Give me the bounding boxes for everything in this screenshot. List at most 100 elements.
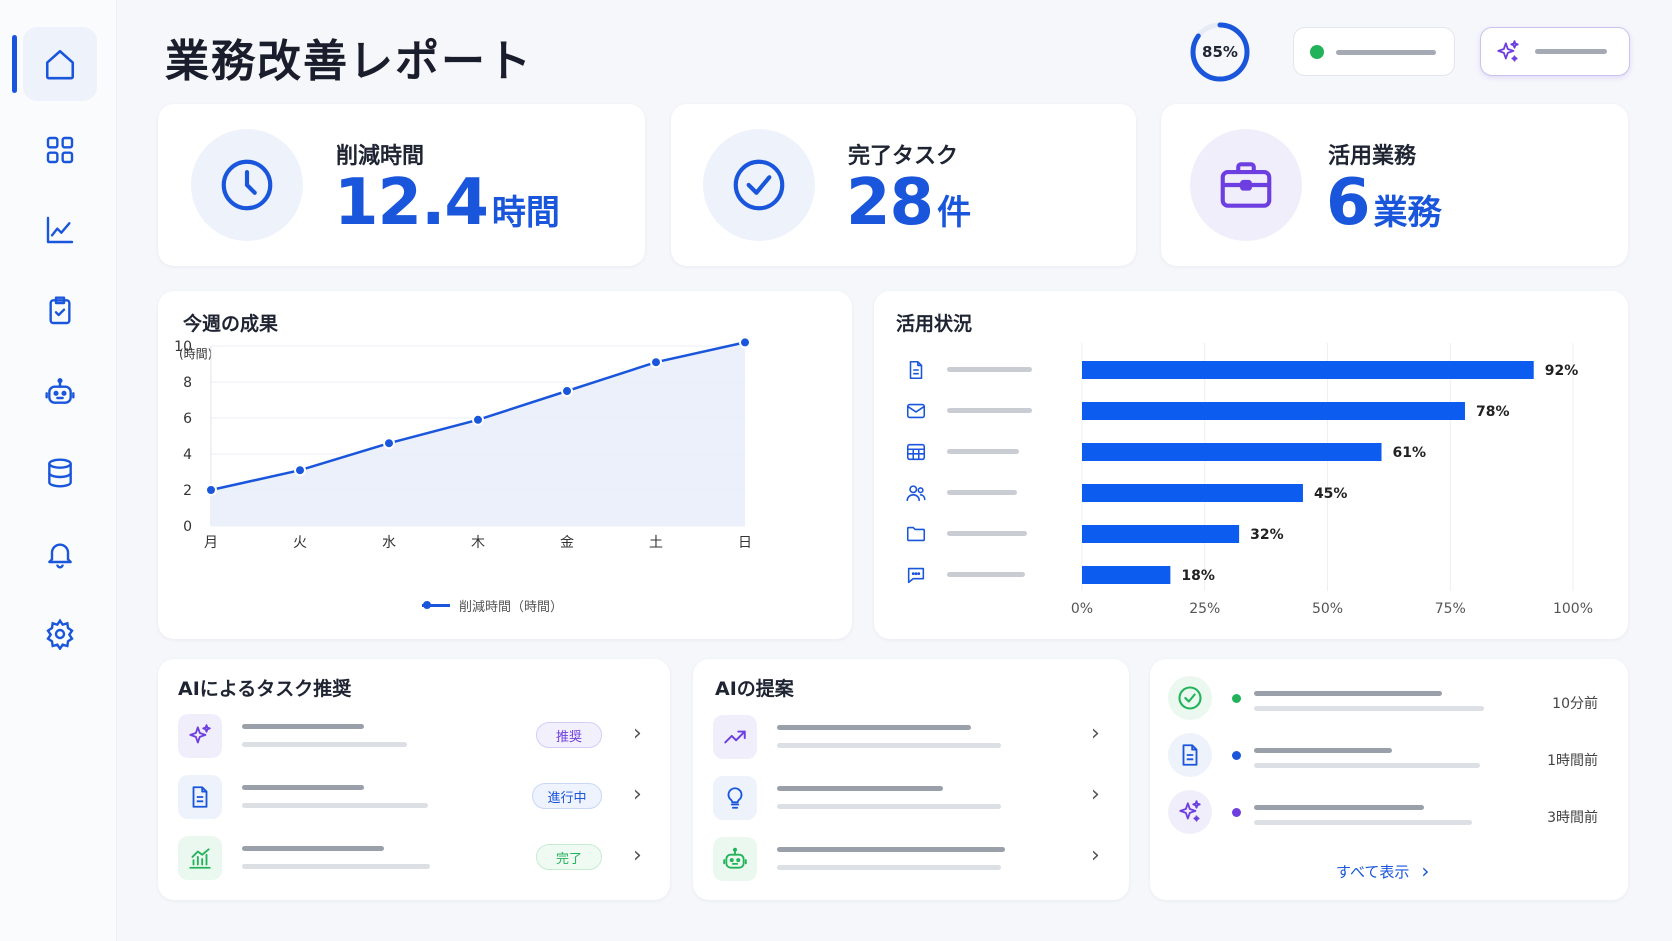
nav-settings[interactable] — [23, 597, 97, 671]
chevron-right-icon[interactable]: › — [1091, 782, 1100, 807]
series-area — [211, 342, 745, 526]
activity-desc-placeholder — [1254, 706, 1484, 711]
task-title-placeholder — [242, 724, 364, 729]
card-title: AIによるタスク推奨 — [178, 678, 352, 700]
activity-dot — [1232, 694, 1241, 703]
ai-proposals-card: AIの提案 › › › — [693, 659, 1129, 900]
stat-card-business-use: 活用業務 6 業務 — [1161, 104, 1628, 266]
category-placeholder — [947, 449, 1019, 454]
x-tick-label: 0% — [1071, 601, 1093, 617]
weekly-results-card: 今週の成果 (時間) 0 2 4 6 8 10 月火水木金土日 削減時間（時間） — [158, 291, 852, 639]
card-title: AIの提案 — [715, 678, 794, 700]
proposal-title-placeholder — [777, 786, 943, 791]
page-title: 業務改善レポート — [165, 36, 533, 87]
category-placeholder — [947, 367, 1032, 372]
activity-desc-placeholder — [1254, 763, 1480, 768]
legend-label: 削減時間（時間） — [459, 600, 564, 615]
stat-unit: 件 — [937, 193, 972, 233]
activity-icon-wrap — [1168, 790, 1212, 834]
ai-action-placeholder — [1535, 49, 1607, 54]
nav-notifications[interactable] — [23, 517, 97, 591]
bell-icon — [48, 543, 72, 569]
nav-home[interactable] — [23, 27, 97, 101]
activity-title-placeholder — [1254, 748, 1392, 753]
mail-icon — [906, 403, 926, 419]
task-icon-wrap — [178, 714, 222, 758]
category-placeholder — [947, 408, 1032, 413]
chevron-right-icon[interactable]: › — [1091, 843, 1100, 868]
chat-icon — [907, 567, 925, 584]
trend-up-icon — [724, 730, 746, 744]
gear-icon — [46, 618, 74, 650]
document-icon — [1182, 744, 1198, 766]
chevron-right-icon: › — [1421, 859, 1430, 883]
bar-value-label: 78% — [1476, 404, 1510, 420]
x-tick-label: 25% — [1189, 601, 1220, 617]
task-desc-placeholder — [242, 742, 407, 747]
activity-icon-wrap — [1168, 733, 1212, 777]
sparkle-icon — [1179, 800, 1201, 822]
line-chart-icon — [46, 216, 74, 244]
activity-dot — [1232, 751, 1241, 760]
users-icon — [906, 485, 926, 502]
status-pill[interactable] — [1293, 27, 1455, 76]
task-title-placeholder — [242, 846, 384, 851]
x-tick-label: 月 — [204, 535, 218, 551]
stat-icon-wrap — [703, 129, 815, 241]
home-icon — [45, 49, 75, 80]
nav-tasks[interactable] — [23, 274, 97, 348]
stat-value: 12.4 時間 — [334, 166, 560, 240]
y-tick-label: 10 — [174, 339, 192, 355]
stat-unit: 時間 — [491, 193, 560, 233]
data-point — [383, 437, 395, 450]
proposal-title-placeholder — [777, 847, 1005, 852]
activity-desc-placeholder — [1254, 820, 1472, 825]
bar-chart-icon — [189, 848, 211, 869]
activity-time: 1時間前 — [1547, 753, 1598, 769]
bar-value-label: 92% — [1545, 363, 1579, 379]
bar-value-label: 32% — [1250, 527, 1284, 543]
bar — [1082, 402, 1465, 420]
chevron-right-icon[interactable]: › — [1091, 721, 1100, 746]
bar-value-label: 45% — [1314, 486, 1348, 502]
x-tick-label: 50% — [1312, 601, 1343, 617]
chevron-right-icon[interactable]: › — [633, 843, 642, 868]
y-tick-label: 2 — [183, 483, 192, 499]
bar-value-label: 61% — [1393, 445, 1427, 461]
data-point — [472, 413, 484, 426]
activity-dot — [1232, 808, 1241, 817]
ai-action-button[interactable] — [1480, 27, 1630, 76]
nav-dashboard[interactable] — [23, 113, 97, 187]
task-desc-placeholder — [242, 864, 430, 869]
weekly-line-chart: 0 2 4 6 8 10 月 火 水 木 金 土 日 — [174, 336, 752, 551]
stat-card-completed-tasks: 完了タスク 28 件 — [671, 104, 1136, 266]
proposal-icon-wrap — [713, 776, 757, 820]
chevron-right-icon[interactable]: › — [633, 782, 642, 807]
x-tick-label: 100% — [1553, 601, 1593, 617]
stat-number: 12.4 — [334, 166, 489, 240]
x-tick-label: 木 — [471, 535, 485, 551]
legend-marker — [423, 601, 431, 609]
status-dot — [1310, 45, 1324, 59]
sparkle-icon — [1497, 40, 1519, 62]
progress-label: 85% — [1202, 43, 1238, 61]
stat-unit: 業務 — [1373, 193, 1442, 233]
x-tick-label: 火 — [293, 535, 307, 551]
chevron-right-icon[interactable]: › — [633, 721, 642, 746]
proposal-title-placeholder — [777, 725, 971, 730]
activity-title-placeholder — [1254, 691, 1442, 696]
robot-icon — [45, 378, 75, 404]
status-badge: 進行中 — [532, 783, 602, 809]
nav-database[interactable] — [23, 436, 97, 510]
view-all-link[interactable]: すべて表示 › — [1336, 859, 1429, 883]
sparkle-icon — [189, 724, 211, 744]
stat-value: 28 件 — [846, 166, 971, 240]
activity-time: 10分前 — [1552, 696, 1598, 712]
task-icon-wrap — [178, 836, 222, 880]
ai-task-recommendations-card: AIによるタスク推奨 推奨 › 進行中 › 完了 › — [158, 659, 670, 900]
x-tick-label: 土 — [649, 535, 663, 551]
status-badge: 完了 — [536, 844, 602, 870]
nav-analytics[interactable] — [23, 193, 97, 267]
nav-ai[interactable] — [23, 355, 97, 429]
data-point — [739, 336, 751, 349]
